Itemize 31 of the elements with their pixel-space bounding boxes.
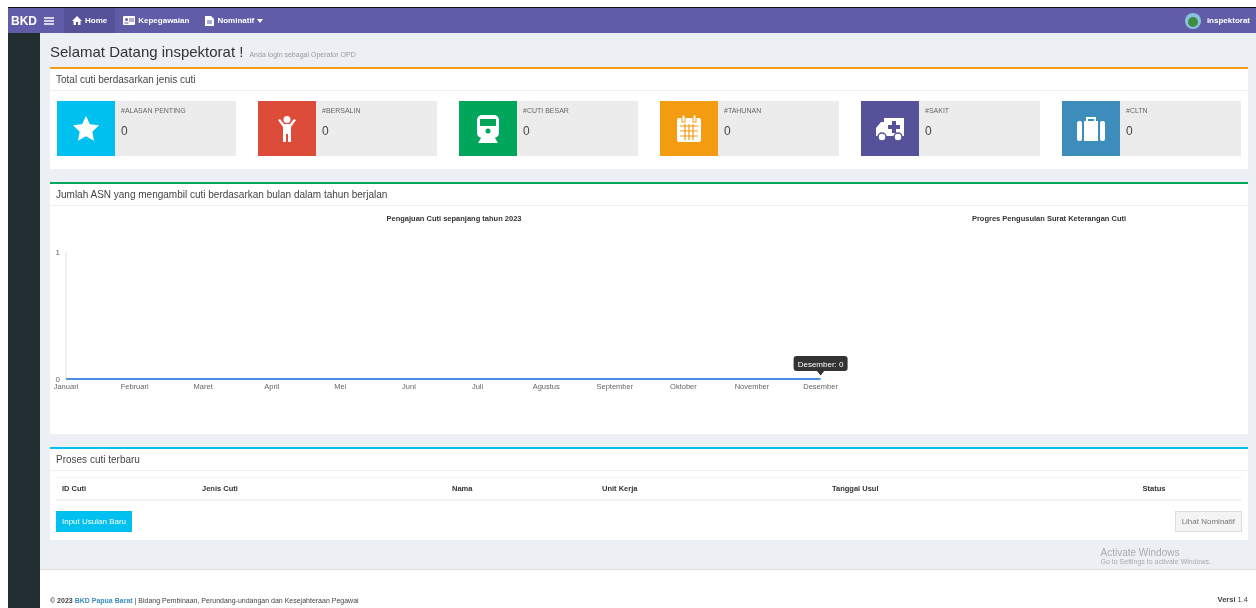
y-axis-label: 1 xyxy=(55,248,60,257)
nav-menu-item[interactable]: Nominatif xyxy=(197,8,272,33)
star-icon xyxy=(73,116,99,141)
home-icon xyxy=(72,16,82,25)
train-icon xyxy=(476,114,500,143)
info-count: 0 xyxy=(322,124,330,138)
brand-logo[interactable]: BKD xyxy=(8,13,40,28)
info-count: 0 xyxy=(925,124,933,138)
nav-menu-item[interactable]: Kepegawaian xyxy=(115,8,198,33)
calendar-icon xyxy=(677,115,701,142)
panel-title: Jumlah ASN yang mengambil cuti berdasarkan bulan dalam tahun berjalan xyxy=(50,184,1248,206)
user-name[interactable]: inspektorat xyxy=(1206,16,1250,25)
info-count: 0 xyxy=(724,124,732,138)
info-count: 0 xyxy=(523,124,531,138)
panel-title: Total cuti berdasarkan jenis cuti xyxy=(50,69,1248,91)
briefcase-icon xyxy=(1077,116,1105,141)
document-icon xyxy=(205,15,215,26)
menu-icon[interactable] xyxy=(44,16,54,25)
page-title: Selamat Datang inspektorat ! xyxy=(50,43,244,60)
tooltip: Desember: 0 xyxy=(793,356,848,376)
id-card-icon xyxy=(123,16,136,25)
nav-menu-item[interactable]: Home xyxy=(64,8,116,33)
view-list-button[interactable]: Lihat Nominatif xyxy=(1174,511,1242,532)
ambulance-icon xyxy=(874,115,906,142)
panel-title: Proses cuti terbaru xyxy=(50,449,1248,471)
child-icon xyxy=(278,115,296,142)
info-count: 0 xyxy=(1126,124,1134,138)
info-count: 0 xyxy=(121,124,129,138)
y-axis-label: 0 xyxy=(55,375,60,384)
activation-title: Activate Windows xyxy=(1100,547,1181,558)
avatar-icon[interactable] xyxy=(1184,12,1201,29)
